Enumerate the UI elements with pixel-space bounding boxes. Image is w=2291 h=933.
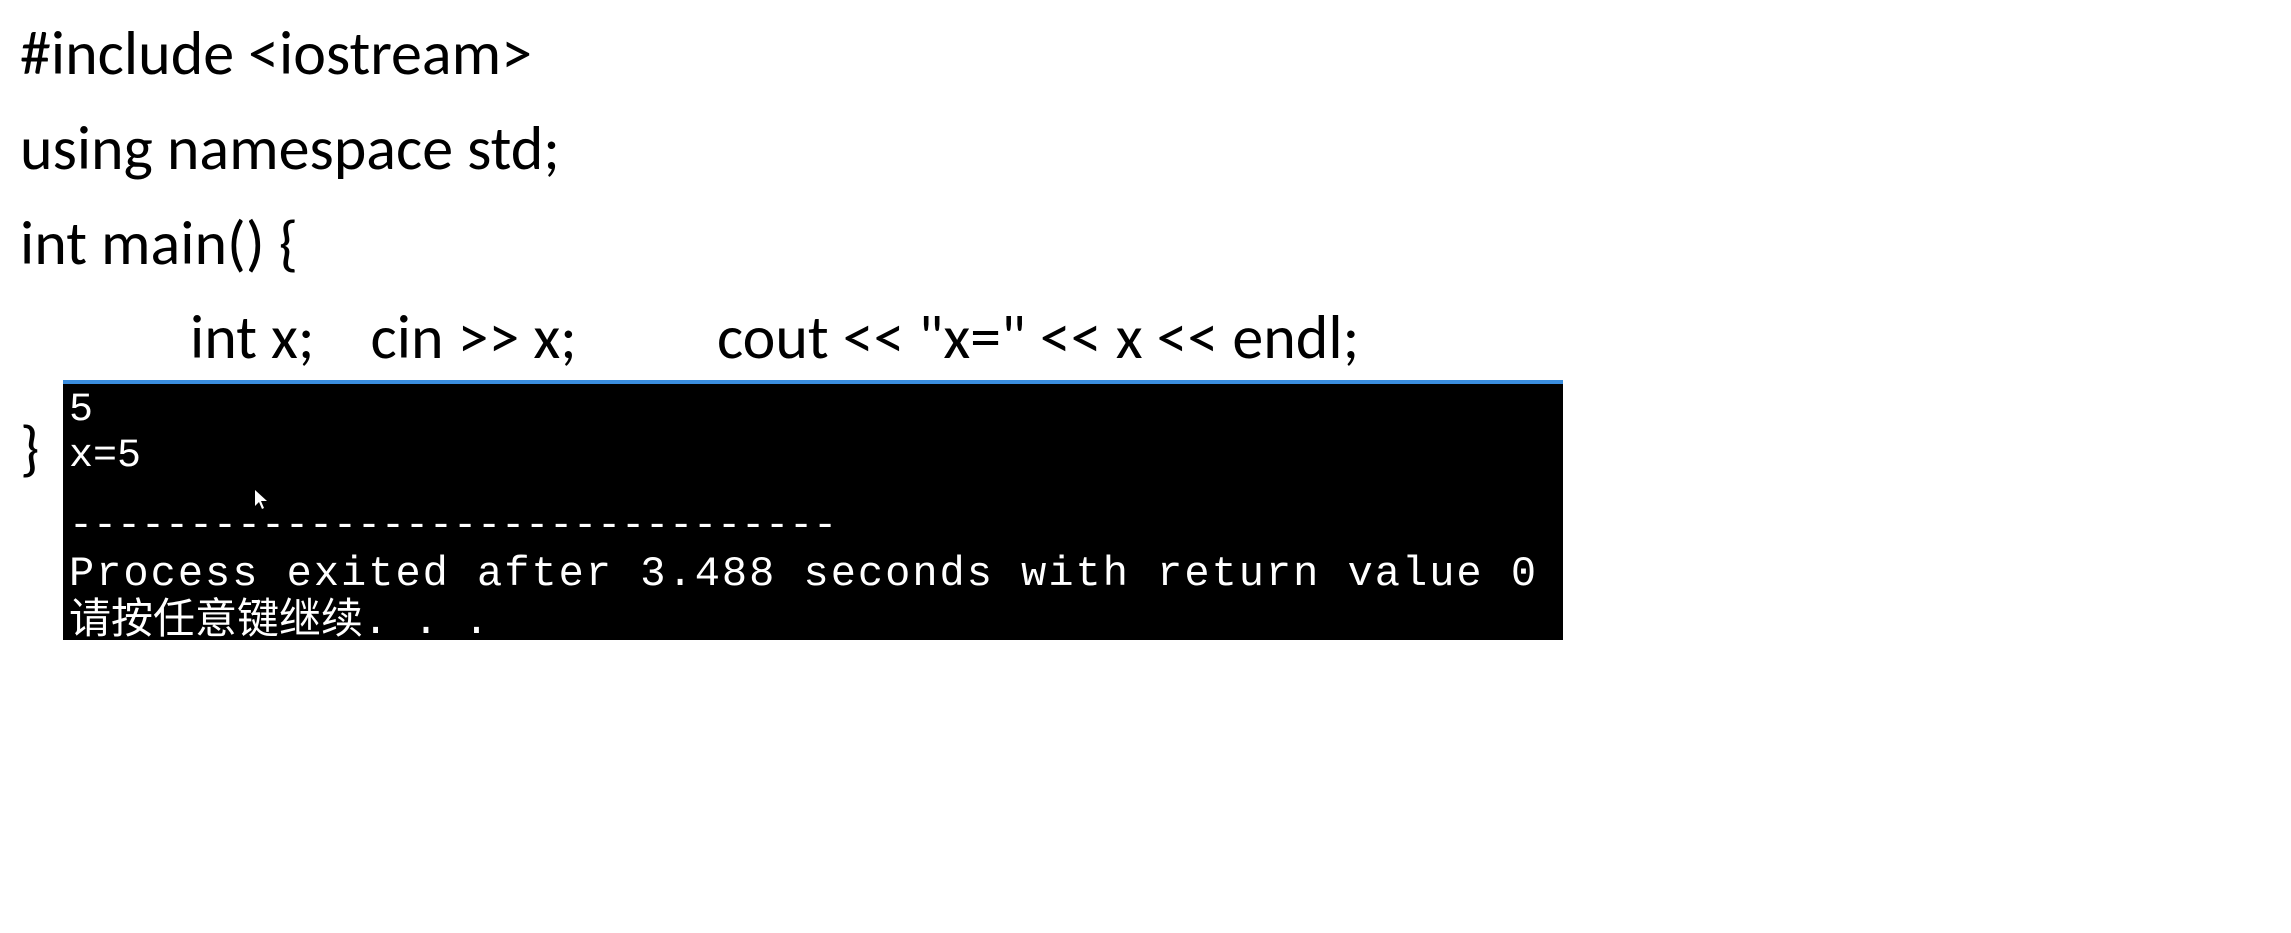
console-input: 5 (69, 388, 1557, 434)
console-divider: -------------------------------- (69, 504, 1557, 550)
code-line-main: int main() { (20, 200, 2271, 287)
console-window[interactable]: 5 x=5 -------------------------------- P… (63, 380, 1563, 640)
code-line-close-brace: } (20, 410, 40, 486)
code-line-include: #include <iostream> (20, 10, 2271, 97)
console-output: x=5 (69, 434, 1557, 480)
console-prompt: 请按任意键继续. . . (69, 598, 1557, 640)
code-line-body: int x; cin >> x; cout << "x=" << x << en… (20, 294, 2271, 381)
code-line-using: using namespace std; (20, 105, 2271, 192)
console-process-exit: Process exited after 3.488 seconds with … (69, 550, 1557, 598)
